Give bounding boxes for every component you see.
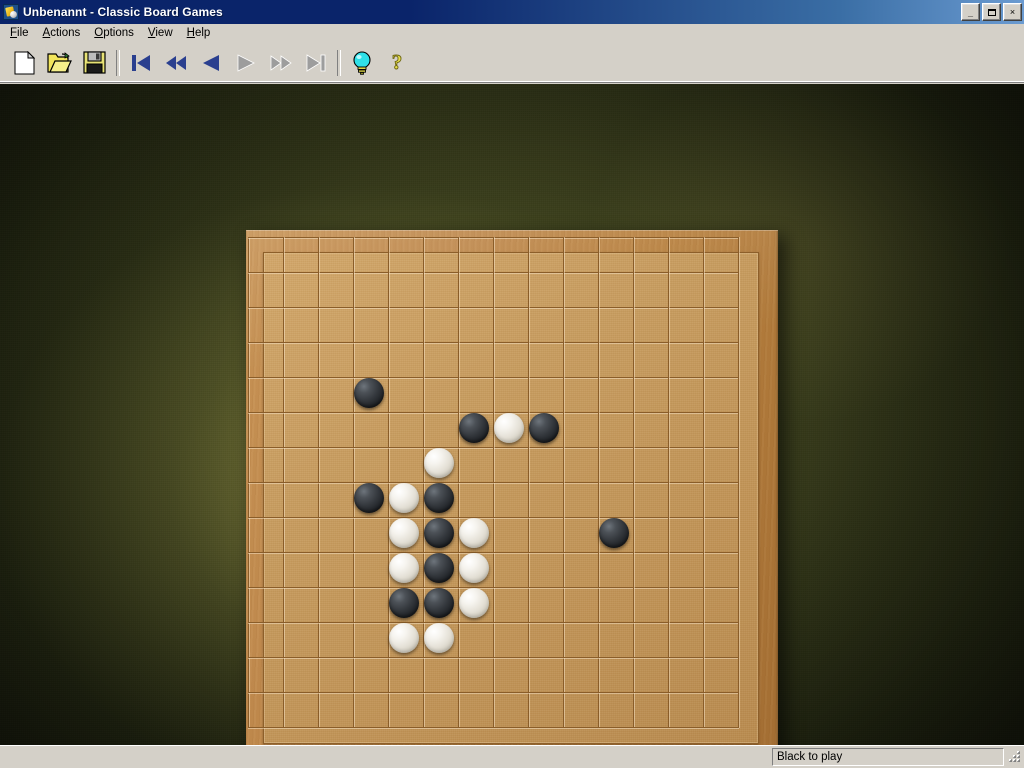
status-bar: Black to play — [0, 745, 1024, 768]
grid-surface-texture — [264, 253, 758, 743]
app-icon — [3, 4, 19, 20]
menu-item-file[interactable]: File — [3, 25, 36, 42]
close-button[interactable]: × — [1003, 3, 1022, 21]
grid-line-vertical — [598, 237, 600, 728]
application-window: Unbenannt - Classic Board Games _ × File… — [0, 0, 1024, 768]
stone-white[interactable] — [494, 413, 524, 443]
grid-line-horizontal — [248, 692, 739, 694]
menu-item-options[interactable]: Options — [87, 25, 141, 42]
menu-bar: File Actions Options View Help — [0, 24, 1024, 43]
maximize-glyph — [983, 4, 1000, 20]
stone-white[interactable] — [389, 553, 419, 583]
grid-line-horizontal — [248, 552, 739, 554]
board-grid-panel[interactable] — [248, 237, 759, 744]
grid-line-horizontal — [248, 517, 739, 519]
stone-white[interactable] — [459, 518, 489, 548]
stone-black[interactable] — [424, 588, 454, 618]
save-game-button[interactable] — [78, 47, 111, 78]
stone-white[interactable] — [389, 518, 419, 548]
grid-line-vertical — [633, 237, 635, 728]
stone-black[interactable] — [529, 413, 559, 443]
stone-white[interactable] — [389, 623, 419, 653]
stone-black[interactable] — [424, 483, 454, 513]
help-button[interactable]: ? — [380, 47, 413, 78]
lightbulb-icon — [352, 50, 372, 75]
open-game-button[interactable] — [43, 47, 76, 78]
menu-label-options: ptions — [103, 27, 134, 39]
skip-to-end-icon — [305, 53, 327, 73]
menu-label-view: iew — [155, 27, 173, 39]
grid-line-vertical — [528, 237, 530, 728]
stone-black[interactable] — [459, 413, 489, 443]
maximize-button[interactable] — [982, 3, 1001, 21]
status-message: Black to play — [777, 751, 843, 763]
play-button[interactable] — [229, 47, 262, 78]
open-folder-icon — [47, 51, 72, 74]
question-mark-icon: ? — [387, 51, 407, 75]
grid-line-vertical — [563, 237, 565, 728]
title-bar: Unbenannt - Classic Board Games _ × — [0, 0, 1024, 24]
menu-label-actions: ctions — [50, 27, 81, 39]
toolbar-separator-2 — [337, 49, 341, 76]
resize-grip[interactable] — [1006, 748, 1022, 766]
rewind-icon — [165, 53, 187, 73]
game-board[interactable] — [246, 230, 778, 745]
stone-black[interactable] — [424, 553, 454, 583]
first-move-button[interactable] — [124, 47, 157, 78]
menu-item-help[interactable]: Help — [180, 25, 218, 42]
grid-line-horizontal — [248, 482, 739, 484]
rewind-button[interactable] — [159, 47, 192, 78]
minimize-glyph: _ — [967, 8, 973, 18]
stone-white[interactable] — [459, 588, 489, 618]
last-move-button[interactable] — [299, 47, 332, 78]
window-title: Unbenannt - Classic Board Games — [23, 5, 223, 19]
menu-label-help: elp — [194, 27, 211, 39]
grid-line-vertical — [738, 237, 740, 728]
grid-line-vertical — [668, 237, 670, 728]
menu-item-actions[interactable]: Actions — [36, 25, 88, 42]
hint-button[interactable] — [345, 47, 378, 78]
new-game-button[interactable] — [8, 47, 41, 78]
previous-move-button[interactable] — [194, 47, 227, 78]
toolbar: ? — [0, 43, 1024, 83]
status-pane: Black to play — [772, 748, 1004, 766]
stone-black[interactable] — [354, 378, 384, 408]
stone-black[interactable] — [599, 518, 629, 548]
stone-black[interactable] — [389, 588, 419, 618]
new-document-icon — [14, 50, 35, 75]
save-floppy-icon — [83, 51, 106, 74]
grid-line-horizontal — [248, 587, 739, 589]
skip-to-start-icon — [130, 53, 152, 73]
fast-forward-button[interactable] — [264, 47, 297, 78]
stone-white[interactable] — [424, 623, 454, 653]
grid-line-vertical — [703, 237, 705, 728]
fast-forward-icon — [270, 53, 292, 73]
grid-line-horizontal — [248, 657, 739, 659]
menu-item-view[interactable]: View — [141, 25, 180, 42]
stone-white[interactable] — [459, 553, 489, 583]
game-area[interactable] — [0, 84, 1024, 745]
grid-line-horizontal — [248, 622, 739, 624]
stone-white[interactable] — [424, 448, 454, 478]
stone-black[interactable] — [354, 483, 384, 513]
grid-line-horizontal — [248, 727, 739, 729]
stone-black[interactable] — [424, 518, 454, 548]
previous-icon — [200, 53, 222, 73]
menu-label-file: ile — [17, 27, 29, 39]
stone-white[interactable] — [389, 483, 419, 513]
minimize-button[interactable]: _ — [961, 3, 980, 21]
toolbar-separator-1 — [116, 49, 120, 76]
svg-text:?: ? — [391, 51, 402, 74]
play-icon — [235, 53, 257, 73]
close-glyph: × — [1009, 6, 1016, 17]
